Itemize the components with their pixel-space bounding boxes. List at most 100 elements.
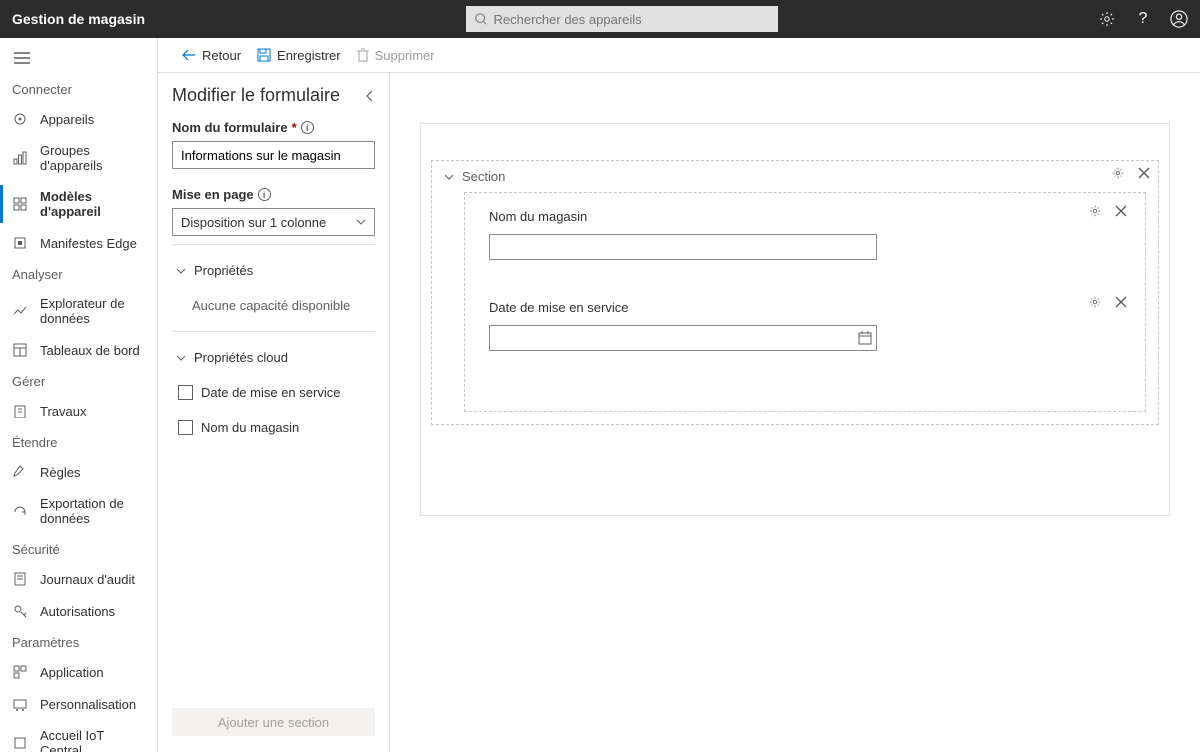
form-card: Section Nom du magasin [420,123,1170,516]
sidebar-item-accueil-iot[interactable]: Accueil IoT Central [0,720,157,752]
explorer-icon [12,303,28,319]
form-canvas: Section Nom du magasin [390,73,1200,752]
gear-icon[interactable] [1087,203,1103,219]
checkbox[interactable] [178,385,193,400]
app-icon [12,664,28,680]
checkbox-label: Nom du magasin [201,420,299,435]
properties-panel: Modifier le formulaire Nom du formulaire… [158,73,390,752]
nav-label: Règles [40,465,80,480]
sidebar-item-groupes[interactable]: Groupes d'appareils [0,135,157,181]
gear-icon[interactable] [1110,165,1126,181]
sidebar-item-exportation[interactable]: Exportation de données [0,488,157,534]
search-input[interactable] [494,12,770,27]
search-box[interactable] [466,6,778,32]
sidebar: Connecter Appareils Groupes d'appareils … [0,38,158,752]
nav-label: Explorateur de données [40,296,145,326]
sidebar-item-regles[interactable]: Règles [0,456,157,488]
search-icon [474,12,488,26]
section-header[interactable]: Section [432,161,1158,192]
sidebar-item-edge[interactable]: Manifestes Edge [0,227,157,259]
divider [172,244,375,245]
field-input-date[interactable] [489,325,877,351]
gear-icon[interactable] [1087,294,1103,310]
nav-label: Personnalisation [40,697,136,712]
save-button[interactable]: Enregistrer [257,48,341,63]
sidebar-item-tableaux[interactable]: Tableaux de bord [0,334,157,366]
field-label: Date de mise en service [489,300,1121,315]
devices-icon [12,111,28,127]
label-text: Mise en page [172,187,254,202]
audit-icon [12,571,28,587]
chevron-down-icon [176,268,186,274]
layout-select[interactable]: Disposition sur 1 colonne [172,208,375,236]
header-center [145,6,1098,32]
panel-header: Modifier le formulaire [158,73,389,114]
hamburger-icon[interactable] [0,46,157,74]
chevron-down-icon [176,355,186,361]
properties-empty: Aucune capacité disponible [172,288,375,323]
sidebar-item-journaux[interactable]: Journaux d'audit [0,563,157,595]
form-inner: Nom du magasin Date de mise en service [464,192,1146,412]
header-right: ? [1098,10,1188,28]
sidebar-item-modeles[interactable]: Modèles d'appareil [0,181,157,227]
select-value: Disposition sur 1 colonne [181,215,326,230]
required-asterisk: * [292,120,297,135]
info-icon[interactable]: i [258,188,271,201]
nav-group-securite: Sécurité [0,534,157,563]
nav-label: Tableaux de bord [40,343,140,358]
form-name-input[interactable] [172,141,375,169]
field-date-service[interactable]: Date de mise en service [489,300,1121,351]
field-actions [1087,203,1129,219]
save-label: Enregistrer [277,48,341,63]
properties-collapsible[interactable]: Propriétés [172,253,375,288]
divider [172,331,375,332]
delete-button: Supprimer [357,48,435,63]
back-button[interactable]: Retour [182,48,241,63]
checkbox-label: Date de mise en service [201,385,340,400]
sidebar-item-appareils[interactable]: Appareils [0,103,157,135]
sidebar-item-travaux[interactable]: Travaux [0,395,157,427]
layout-label: Mise en page i [172,187,375,202]
cloud-props-collapsible[interactable]: Propriétés cloud [172,340,375,375]
help-icon[interactable]: ? [1134,10,1152,28]
sidebar-item-application[interactable]: Application [0,656,157,688]
sidebar-item-explorateur[interactable]: Explorateur de données [0,288,157,334]
iot-icon [12,735,28,751]
chevron-down-icon [444,174,454,180]
back-label: Retour [202,48,241,63]
chevron-left-icon[interactable] [365,89,375,103]
close-icon[interactable] [1113,203,1129,219]
export-icon [12,503,28,519]
chevron-down-icon [356,219,366,225]
calendar-icon[interactable] [858,331,872,345]
add-section-button: Ajouter une section [172,708,375,736]
toolbar: Retour Enregistrer Supprimer [158,38,1200,73]
nav-label: Journaux d'audit [40,572,135,587]
field-input-text[interactable] [489,234,877,260]
close-icon[interactable] [1136,165,1152,181]
edge-icon [12,235,28,251]
sidebar-item-autorisations[interactable]: Autorisations [0,595,157,627]
sidebar-item-personnalisation[interactable]: Personnalisation [0,688,157,720]
cloud-prop-date[interactable]: Date de mise en service [172,375,375,410]
gear-icon[interactable] [1098,10,1116,28]
nav-label: Manifestes Edge [40,236,137,251]
panel-title: Modifier le formulaire [172,85,340,106]
nav-label: Autorisations [40,604,115,619]
nav-label: Accueil IoT Central [40,728,145,752]
nav-label: Groupes d'appareils [40,143,145,173]
account-icon[interactable] [1170,10,1188,28]
nav-label: Travaux [40,404,86,419]
field-nom-magasin[interactable]: Nom du magasin [489,209,1121,260]
form-name-label: Nom du formulaire * i [172,120,375,135]
info-icon[interactable]: i [301,121,314,134]
field-label: Nom du magasin [489,209,1121,224]
close-icon[interactable] [1113,294,1129,310]
dashboard-icon [12,342,28,358]
form-section-outer[interactable]: Section Nom du magasin [431,160,1159,425]
checkbox[interactable] [178,420,193,435]
nav-label: Appareils [40,112,94,127]
nav-label: Application [40,665,104,680]
app-header: Gestion de magasin ? [0,0,1200,38]
cloud-prop-nom[interactable]: Nom du magasin [172,410,375,445]
